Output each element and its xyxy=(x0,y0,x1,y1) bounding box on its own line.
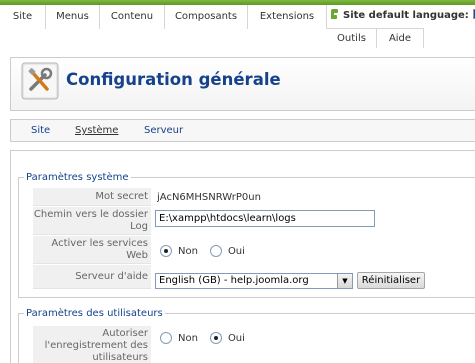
webservices-label: Activer les services Web xyxy=(33,236,151,264)
registration-non-label: Non xyxy=(178,333,198,344)
menu-outils[interactable]: Outils xyxy=(327,28,377,48)
help-server-select[interactable]: English (GB) - help.joomla.org ▼ xyxy=(155,273,353,289)
top-menu-bar: Site Menus Contenu Composants Extensions… xyxy=(0,0,475,51)
registration-radio-group: Non Oui xyxy=(160,332,257,344)
log-path-input[interactable]: E:\xampp\htdocs\learn\logs xyxy=(155,210,375,227)
system-settings-legend: Paramètres système xyxy=(26,172,129,183)
registration-oui-radio[interactable] xyxy=(209,332,222,344)
webservices-oui-label: Oui xyxy=(227,246,245,257)
webservices-oui-radio[interactable] xyxy=(209,245,222,257)
leaf-icon xyxy=(331,9,338,19)
page-title: Configuration générale xyxy=(66,70,281,89)
site-language-label: Site default language: xyxy=(343,10,469,21)
menu-extensions[interactable]: Extensions xyxy=(248,5,327,29)
help-server-label: Serveur d'aide xyxy=(33,265,151,289)
menu-aide[interactable]: Aide xyxy=(377,28,424,48)
log-path-label: Chemin vers le dossier Log xyxy=(33,207,151,235)
menu-contenu[interactable]: Contenu xyxy=(100,5,165,29)
secret-label: Mot secret xyxy=(33,188,151,206)
chevron-down-icon[interactable]: ▼ xyxy=(337,274,352,288)
secret-value: jAcN6MHSNRWrP0un xyxy=(157,192,261,203)
registration-oui-label: Oui xyxy=(227,333,245,344)
config-tools-icon xyxy=(21,62,59,100)
header-panel: Configuration générale xyxy=(10,57,475,111)
site-language-indicator: Site default language: xyxy=(329,5,475,27)
menu-site[interactable]: Site xyxy=(0,5,46,29)
tabs-bar: Site Système Serveur xyxy=(10,119,475,142)
user-settings-legend: Paramètres des utilisateurs xyxy=(26,308,163,319)
tab-site[interactable]: Site xyxy=(31,125,50,136)
registration-label: Autoriser l'enregistrement des utilisate… xyxy=(33,326,151,363)
webservices-non-label: Non xyxy=(178,246,198,257)
menu-menus[interactable]: Menus xyxy=(46,5,100,29)
menu-composants[interactable]: Composants xyxy=(165,5,248,29)
webservices-non-radio[interactable] xyxy=(160,245,172,257)
help-server-selected: English (GB) - help.joomla.org xyxy=(159,275,309,286)
tab-systeme[interactable]: Système xyxy=(75,125,118,136)
reset-button[interactable]: Réinitialiser xyxy=(357,272,425,289)
tab-serveur[interactable]: Serveur xyxy=(144,125,183,136)
webservices-radio-group: Non Oui xyxy=(160,245,257,257)
registration-non-radio[interactable] xyxy=(160,332,172,344)
